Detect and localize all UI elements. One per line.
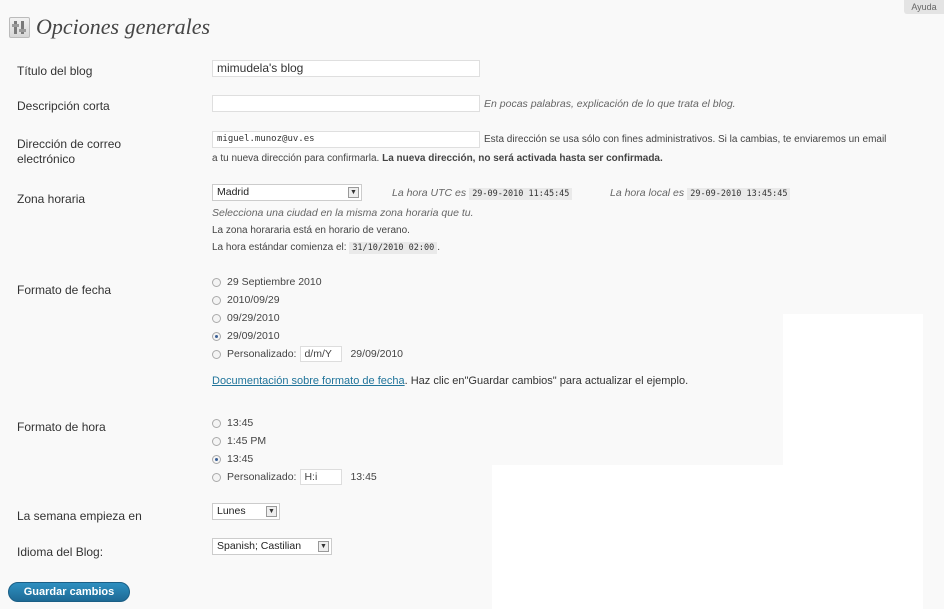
date-custom-preview: 29/09/2010 xyxy=(350,348,404,360)
date-format-option[interactable]: 29 Septiembre 2010 xyxy=(212,274,322,290)
timezone-hint: Selecciona una ciudad en la misma zona h… xyxy=(212,207,474,219)
radio-icon xyxy=(212,472,221,482)
utc-label: La hora UTC es xyxy=(392,187,467,199)
settings-icon xyxy=(9,17,30,38)
white-panel xyxy=(492,465,784,609)
tagline-label: Descripción corta xyxy=(17,99,110,113)
radio-checked-icon xyxy=(212,454,221,464)
date-custom-input[interactable]: d/m/Y xyxy=(300,346,343,362)
blog-title-input[interactable]: mimudela's blog xyxy=(212,60,480,77)
language-label: Idioma del Blog: xyxy=(17,545,104,559)
week-start-label: La semana empieza en xyxy=(17,509,142,523)
date-doc-link[interactable]: Documentación sobre formato de fecha xyxy=(212,375,405,387)
local-label: La hora local es xyxy=(610,187,685,199)
date-format-option-label: 29 Septiembre 2010 xyxy=(227,276,322,288)
email-input[interactable]: miguel.munoz@uv.es xyxy=(212,131,480,148)
radio-icon xyxy=(212,313,221,323)
language-selected: Spanish; Castilian xyxy=(217,540,302,552)
radio-checked-icon xyxy=(212,331,221,341)
week-start-select[interactable]: Lunes ▼ xyxy=(212,503,280,520)
time-format-option[interactable]: 1:45 PM xyxy=(212,433,266,449)
email-description-2b: La nueva dirección, no será activada has… xyxy=(382,153,663,164)
dst-note: La zona horararia está en horario de ver… xyxy=(212,225,410,236)
utc-time: La hora UTC es 29-09-2010 11:45:45 xyxy=(392,187,573,200)
email-label-line1: Dirección de correo xyxy=(17,137,122,151)
date-format-option[interactable]: 2010/09/29 xyxy=(212,292,280,308)
date-format-option-label: 29/09/2010 xyxy=(227,330,280,342)
date-format-option-label: 09/29/2010 xyxy=(227,312,280,324)
date-format-label: Formato de fecha xyxy=(17,283,112,297)
radio-icon xyxy=(212,418,221,428)
date-doc-suffix: . Haz clic en"Guardar cambios" para actu… xyxy=(404,375,689,387)
local-time: La hora local es 29-09-2010 13:45:45 xyxy=(610,187,791,200)
time-custom-input[interactable]: H:i xyxy=(300,469,343,485)
chevron-down-icon: ▼ xyxy=(318,541,329,552)
local-value: 29-09-2010 13:45:45 xyxy=(687,188,791,200)
time-format-option-label: 13:45 xyxy=(227,417,254,429)
blog-title-label: Título del blog xyxy=(17,64,93,78)
white-panel xyxy=(783,314,923,609)
time-custom-label: Personalizado: xyxy=(227,471,297,483)
time-format-label: Formato de hora xyxy=(17,420,106,434)
language-select[interactable]: Spanish; Castilian ▼ xyxy=(212,538,332,555)
email-description-2a: a tu nueva dirección para confirmarla. xyxy=(212,153,380,164)
std-value: 31/10/2010 02:00 xyxy=(349,242,438,254)
email-description-2: a tu nueva dirección para confirmarla. L… xyxy=(212,153,663,164)
time-custom-preview: 13:45 xyxy=(350,471,377,483)
tagline-description: En pocas palabras, explicación de lo que… xyxy=(484,98,736,110)
date-format-option[interactable]: 09/29/2010 xyxy=(212,310,280,326)
date-custom-label: Personalizado: xyxy=(227,348,297,360)
tagline-input[interactable] xyxy=(212,95,480,112)
date-format-option[interactable]: 29/09/2010 xyxy=(212,328,280,344)
help-button[interactable]: Ayuda xyxy=(904,0,944,14)
timezone-selected: Madrid xyxy=(217,186,250,198)
page-title: Opciones generales xyxy=(36,14,211,39)
std-time: La hora estándar comienza el: 31/10/2010… xyxy=(212,242,440,254)
time-format-custom[interactable]: Personalizado: H:i 13:45 xyxy=(212,468,377,486)
save-button[interactable]: Guardar cambios xyxy=(8,582,130,602)
time-format-option-label: 1:45 PM xyxy=(227,435,267,447)
radio-icon xyxy=(212,436,221,446)
time-format-option[interactable]: 13:45 xyxy=(212,451,253,467)
week-start-selected: Lunes xyxy=(217,505,246,517)
radio-icon xyxy=(212,295,221,305)
timezone-select[interactable]: Madrid ▼ xyxy=(212,184,362,201)
time-format-option-label: 13:45 xyxy=(227,453,254,465)
std-label: La hora estándar comienza el: xyxy=(212,242,347,253)
radio-icon xyxy=(212,277,221,287)
radio-icon xyxy=(212,349,221,359)
date-format-custom[interactable]: Personalizado: d/m/Y 29/09/2010 xyxy=(212,345,403,363)
chevron-down-icon: ▼ xyxy=(266,506,277,517)
utc-value: 29-09-2010 11:45:45 xyxy=(469,188,573,200)
chevron-down-icon: ▼ xyxy=(348,187,359,198)
date-doc: Documentación sobre formato de fecha. Ha… xyxy=(212,375,688,387)
std-suffix: . xyxy=(437,242,440,253)
timezone-label: Zona horaria xyxy=(17,192,86,206)
email-description-1: Esta dirección se usa sólo con fines adm… xyxy=(484,134,887,145)
time-format-option[interactable]: 13:45 xyxy=(212,415,253,431)
email-label-line2: electrónico xyxy=(17,152,76,166)
date-format-option-label: 2010/09/29 xyxy=(227,294,280,306)
